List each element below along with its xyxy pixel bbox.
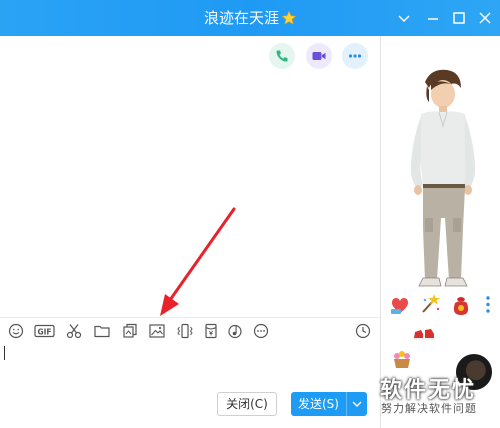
chevron-down-icon[interactable]: [396, 10, 412, 26]
message-input[interactable]: [4, 346, 5, 360]
close-button[interactable]: 关闭(C): [217, 392, 277, 416]
watermark: 软件无忧 努力解决软件问题: [380, 372, 496, 418]
video-icon[interactable]: [306, 43, 332, 69]
show-avatar[interactable]: [395, 68, 487, 293]
red-shoes-icon[interactable]: [412, 320, 436, 342]
message-area: [0, 36, 380, 428]
history-clock-icon[interactable]: [354, 322, 372, 340]
title-bar: 浪迹在天涯: [0, 0, 500, 36]
phone-icon[interactable]: [269, 43, 295, 69]
minimize-icon[interactable]: [425, 10, 441, 26]
chat-window: 浪迹在天涯 GIF 关闭(C) 发送(S) 软件无忧 努力解决软件问题: [0, 0, 500, 428]
chevron-down-icon: [352, 401, 362, 407]
image-icon[interactable]: [148, 322, 166, 340]
magic-wand-icon[interactable]: [418, 292, 442, 316]
more-items-icon[interactable]: [480, 292, 496, 318]
close-icon[interactable]: [477, 10, 493, 26]
sticker-icon[interactable]: [121, 322, 139, 340]
send-button[interactable]: 发送(S): [291, 392, 346, 416]
lucky-bag-icon[interactable]: [449, 293, 473, 317]
folder-icon[interactable]: [93, 322, 111, 340]
maximize-icon[interactable]: [451, 10, 467, 26]
emoji-icon[interactable]: [7, 322, 25, 340]
contact-name[interactable]: 浪迹在天涯: [204, 9, 279, 27]
music-icon[interactable]: [226, 322, 244, 340]
send-options-button[interactable]: [346, 392, 367, 416]
scissors-icon[interactable]: [65, 322, 83, 340]
gif-icon[interactable]: GIF: [34, 322, 55, 340]
flower-basket-icon[interactable]: [390, 348, 414, 370]
red-packet-icon[interactable]: [202, 322, 220, 340]
star-badge-icon: [281, 2, 297, 25]
more-icon[interactable]: [342, 43, 368, 69]
toolbar-divider: [0, 317, 380, 318]
heart-gift-icon[interactable]: [388, 293, 412, 317]
shake-icon[interactable]: [176, 322, 194, 340]
watermark-subtitle: 努力解决软件问题: [381, 402, 477, 415]
more-tools-icon[interactable]: [252, 322, 270, 340]
gif-label: GIF: [37, 327, 51, 336]
